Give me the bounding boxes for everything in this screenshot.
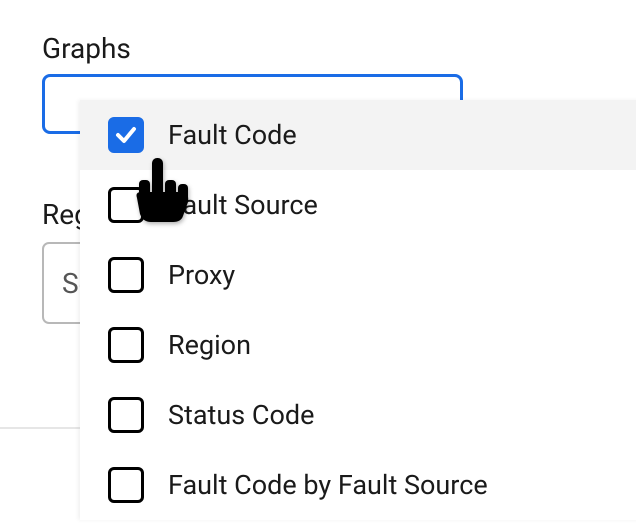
checkbox-unchecked-icon[interactable]	[108, 467, 144, 503]
checkbox-unchecked-icon[interactable]	[108, 187, 144, 223]
checkbox-checked-icon[interactable]	[108, 117, 144, 153]
dropdown-item[interactable]: Region	[80, 310, 636, 380]
checkbox-unchecked-icon[interactable]	[108, 327, 144, 363]
dropdown-item-label: Proxy	[168, 259, 235, 291]
graphs-dropdown-menu: Fault Code Fault Source Proxy Region Status …	[80, 100, 636, 520]
dropdown-item-label: Fault Code by Fault Source	[168, 469, 488, 501]
dropdown-item-label: Fault Code	[168, 119, 297, 151]
dropdown-item[interactable]: Fault Source	[80, 170, 636, 240]
dropdown-item[interactable]: Fault Code	[80, 100, 636, 170]
dropdown-item-label: Region	[168, 329, 251, 361]
checkbox-unchecked-icon[interactable]	[108, 257, 144, 293]
dropdown-item-label: Status Code	[168, 399, 314, 431]
dropdown-item[interactable]: Status Code	[80, 380, 636, 450]
dropdown-item[interactable]: Fault Code by Fault Source	[80, 450, 636, 520]
dropdown-item[interactable]: Proxy	[80, 240, 636, 310]
graphs-field-label: Graphs	[42, 32, 131, 65]
dropdown-item-label: Fault Source	[168, 189, 318, 221]
checkbox-unchecked-icon[interactable]	[108, 397, 144, 433]
